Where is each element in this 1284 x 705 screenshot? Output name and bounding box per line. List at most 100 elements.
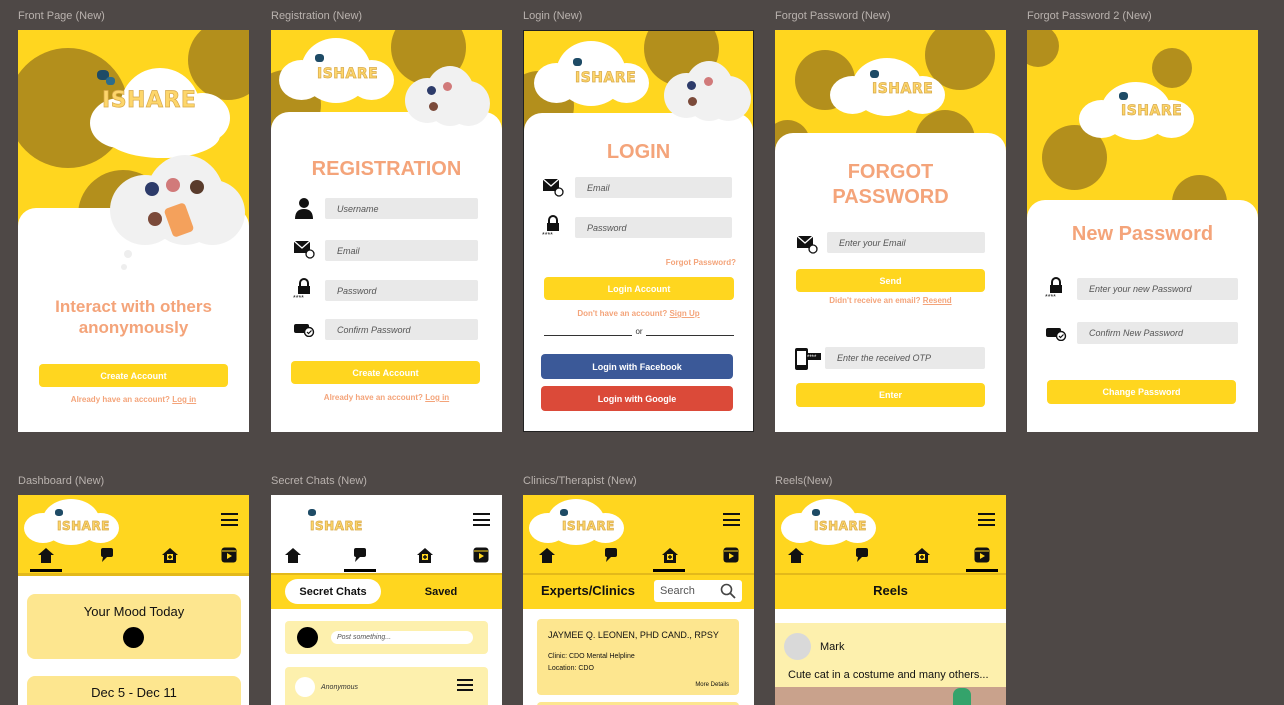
confirm-password-icon <box>293 318 315 340</box>
forgot-password-link[interactable]: Forgot Password? <box>666 258 736 267</box>
person-illustration <box>443 82 452 91</box>
new-password-frame: ISHARE New Password **** Enter your new … <box>1027 30 1258 432</box>
tab-secret-chats[interactable]: Secret Chats <box>285 579 381 604</box>
reels-icon[interactable] <box>220 546 238 564</box>
mood-indicator[interactable] <box>123 627 144 648</box>
lock-icon: **** <box>542 215 564 237</box>
reel-username[interactable]: Mark <box>820 641 844 653</box>
reels-title: Reels <box>873 583 908 598</box>
chats-icon[interactable] <box>602 546 620 564</box>
login-frame: ISHARE LOGIN Email **** Password Forgot … <box>523 30 754 432</box>
facebook-login-button[interactable]: Login with Facebook <box>541 354 733 379</box>
login-account-button[interactable]: Login Account <box>544 277 734 300</box>
user-icon <box>293 197 315 219</box>
email-field[interactable]: Email <box>575 177 732 198</box>
signup-prompt: Don't have an account? Sign Up <box>524 309 753 318</box>
reel-caption: Cute cat in a costume and many others... <box>788 669 989 681</box>
frame-label-clinics: Clinics/Therapist (New) <box>523 475 637 487</box>
person-illustration <box>166 178 180 192</box>
week-card[interactable]: Dec 5 - Dec 11 <box>27 676 241 705</box>
mood-card[interactable]: Your Mood Today <box>27 594 241 659</box>
clinic-icon[interactable] <box>913 546 931 564</box>
person-illustration <box>427 86 436 95</box>
post-menu-icon[interactable] <box>457 679 473 691</box>
reel-video-thumbnail[interactable] <box>775 687 1006 705</box>
enter-button[interactable]: Enter <box>796 383 985 407</box>
resend-link[interactable]: Resend <box>923 296 952 305</box>
logo: ISHARE <box>575 70 637 87</box>
google-login-button[interactable]: Login with Google <box>541 386 733 411</box>
chats-icon[interactable] <box>853 546 871 564</box>
active-tab-indicator <box>30 569 62 572</box>
no-account-text: Don't have an account? <box>577 309 668 318</box>
confirm-new-password-field[interactable]: Confirm New Password <box>1077 322 1238 344</box>
expert-card[interactable]: JAYMEE Q. LEONEN, PHD CAND., RPSY Clinic… <box>537 619 739 695</box>
mood-title: Your Mood Today <box>83 604 185 619</box>
clinic-icon[interactable] <box>416 546 434 564</box>
email-icon <box>796 233 818 255</box>
reels-icon[interactable] <box>722 546 740 564</box>
secret-chats-frame: ISHARE Secret Chats Saved Post something… <box>271 495 502 705</box>
signup-link[interactable]: Sign Up <box>669 309 699 318</box>
forgot-title: FORGOT PASSWORD <box>775 160 1006 210</box>
menu-icon[interactable] <box>473 513 490 526</box>
reel-figure-illustration <box>953 688 971 705</box>
post-input[interactable]: Post something... <box>331 631 473 644</box>
logo: ISHARE <box>814 519 867 534</box>
chats-icon[interactable] <box>351 546 369 564</box>
avatar <box>295 677 315 697</box>
menu-icon[interactable] <box>978 513 995 526</box>
change-password-button[interactable]: Change Password <box>1047 380 1236 404</box>
chats-icon[interactable] <box>98 546 116 564</box>
login-title: LOGIN <box>606 141 671 163</box>
reels-frame: ISHARE Reels Mark Cute cat in a costume … <box>775 495 1006 705</box>
svg-text:****: **** <box>293 295 304 300</box>
menu-icon[interactable] <box>221 513 238 526</box>
chat-bubble-icon <box>308 509 316 516</box>
reels-icon[interactable] <box>472 546 490 564</box>
login-link[interactable]: Log in <box>172 395 196 404</box>
email-field[interactable]: Enter your Email <box>827 232 985 253</box>
reels-header-bar: Reels <box>775 573 1006 609</box>
create-account-button[interactable]: Create Account <box>291 361 480 384</box>
login-link[interactable]: Log in <box>425 393 449 402</box>
frame-label-secret: Secret Chats (New) <box>271 475 367 487</box>
otp-field[interactable]: Enter the received OTP <box>825 347 985 369</box>
menu-icon[interactable] <box>723 513 740 526</box>
reels-icon[interactable] <box>973 546 991 564</box>
confirm-password-icon <box>1045 322 1067 344</box>
send-button[interactable]: Send <box>796 269 985 292</box>
confirm-password-field[interactable]: Confirm Password <box>325 319 478 340</box>
frame-label-forgot2: Forgot Password 2 (New) <box>1027 10 1152 22</box>
active-tab-indicator <box>344 569 376 572</box>
chat-bubble-icon <box>106 77 115 85</box>
password-field[interactable]: Password <box>575 217 732 238</box>
logo: ISHARE <box>310 519 363 534</box>
create-account-button[interactable]: Create Account <box>39 364 228 387</box>
home-icon[interactable] <box>538 546 556 564</box>
more-details-link[interactable]: More Details <box>695 682 729 688</box>
frame-label-dashboard: Dashboard (New) <box>18 475 105 487</box>
forgot-title-line-1: FORGOT <box>847 161 934 183</box>
chat-bubble-icon <box>560 509 568 516</box>
password-field[interactable]: Password <box>325 280 478 301</box>
home-icon[interactable] <box>787 546 805 564</box>
new-password-field[interactable]: Enter your new Password <box>1077 278 1238 300</box>
username-field[interactable]: Username <box>325 198 478 219</box>
person-illustration <box>148 212 162 226</box>
tab-saved[interactable]: Saved <box>411 579 471 604</box>
avatar <box>784 633 811 660</box>
chat-bubble-icon <box>1119 92 1128 100</box>
logo: ISHARE <box>102 88 197 114</box>
frame-label-reels: Reels(New) <box>775 475 833 487</box>
or-divider: or <box>544 327 734 338</box>
tagline-line-1: Interact with others <box>55 297 212 316</box>
home-icon[interactable] <box>37 546 55 564</box>
search-icon[interactable] <box>720 583 736 599</box>
chat-bubble-icon <box>55 509 63 516</box>
clinic-icon[interactable] <box>661 546 679 564</box>
clinic-icon[interactable] <box>161 546 179 564</box>
logo: ISHARE <box>872 81 934 98</box>
home-icon[interactable] <box>284 546 302 564</box>
email-field[interactable]: Email <box>325 240 478 261</box>
